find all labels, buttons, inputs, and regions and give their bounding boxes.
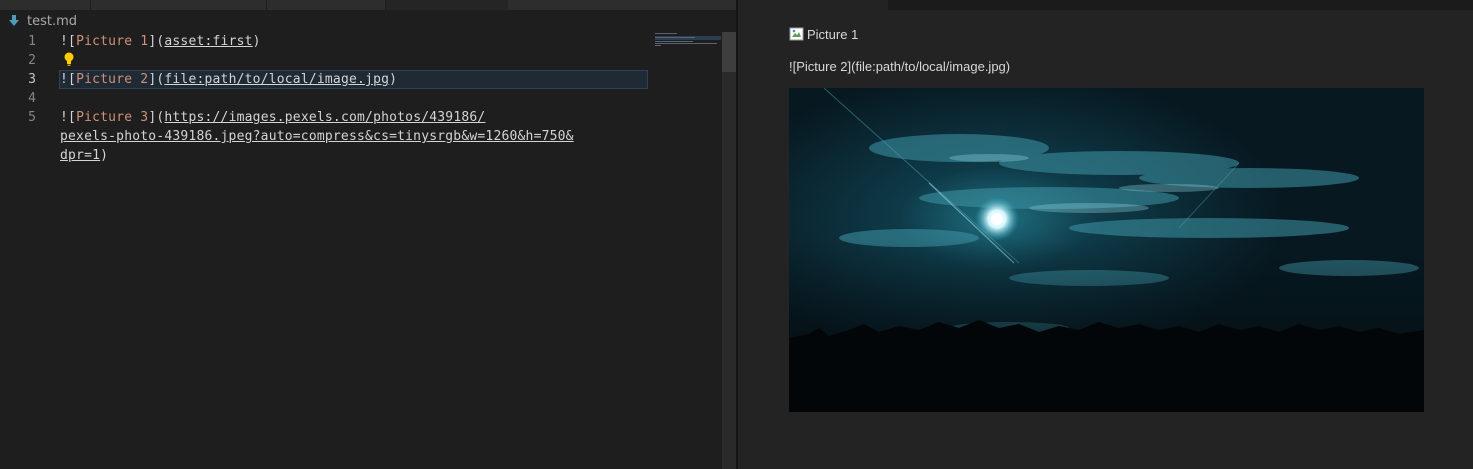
image-alt-text: Picture 1 (807, 26, 859, 42)
code-line-5-wrap-1[interactable]: pexels-photo-439186.jpeg?auto=compress&c… (60, 127, 660, 146)
image-link[interactable]: https://images.pexels.com/photos/439186/ (164, 110, 485, 125)
code-line-1[interactable]: ![Picture 1](asset:first) (60, 32, 660, 51)
editor-tab[interactable] (0, 0, 91, 10)
code-line-3[interactable]: ![Picture 2](file:path/to/local/image.jp… (60, 70, 660, 89)
image-syntax: ]( (148, 34, 165, 49)
preview-header (888, 0, 1473, 10)
line-number-active: 3 (28, 72, 36, 87)
image-link[interactable]: file:path/to/local/image.jpg (164, 72, 389, 87)
image-link[interactable]: pexels-photo-439186.jpeg?auto=compress&c… (60, 129, 574, 144)
image-alt-text: Picture 3 (76, 110, 149, 125)
image-alt-text: Picture 2 (76, 72, 149, 87)
image-syntax: ![ (60, 72, 77, 87)
image-alt-text: Picture 1 (76, 34, 149, 49)
image-link[interactable]: dpr=1 (60, 148, 100, 163)
editor-tab[interactable] (91, 0, 267, 10)
image-syntax: ) (100, 148, 109, 163)
line-number: 1 (28, 34, 36, 49)
image-syntax: ]( (148, 110, 165, 125)
tab-strip (0, 0, 738, 10)
editor-scrollbar[interactable] (722, 32, 736, 469)
editor-tab[interactable] (267, 0, 386, 10)
image-syntax: ) (389, 72, 398, 87)
scrollbar-thumb[interactable] (722, 32, 736, 72)
image-syntax: ![ (60, 110, 77, 125)
breadcrumb[interactable]: test.md (0, 10, 660, 32)
image-syntax: ) (252, 34, 261, 49)
unrendered-image-markdown: ![Picture 2](file:path/to/local/image.jp… (789, 59, 1011, 74)
image-link[interactable]: asset:first (164, 34, 252, 49)
editor-tab[interactable] (508, 0, 738, 10)
image-syntax: ]( (148, 72, 165, 87)
night-sky-photo (789, 88, 1424, 412)
image-syntax: ![ (60, 34, 77, 49)
broken-image-picture-1: Picture 1 (789, 26, 858, 42)
code-line-5-wrap-2[interactable]: dpr=1) (60, 146, 660, 165)
line-number: 2 (28, 53, 36, 68)
markdown-file-icon (9, 15, 19, 26)
line-number: 4 (28, 91, 36, 106)
code-line-5[interactable]: ![Picture 3](https://images.pexels.com/p… (60, 108, 660, 127)
markdown-preview: Picture 1 ![Picture 2](file:path/to/loca… (738, 0, 1473, 469)
lightbulb-icon[interactable] (62, 51, 76, 67)
markdown-editor[interactable]: test.md 1 2 3 4 5 ![Picture 1](asset:fir… (0, 0, 738, 469)
line-number: 5 (28, 110, 36, 125)
minimap[interactable] (655, 30, 721, 60)
breadcrumb-filename[interactable]: test.md (27, 14, 77, 29)
broken-image-icon (789, 27, 804, 41)
